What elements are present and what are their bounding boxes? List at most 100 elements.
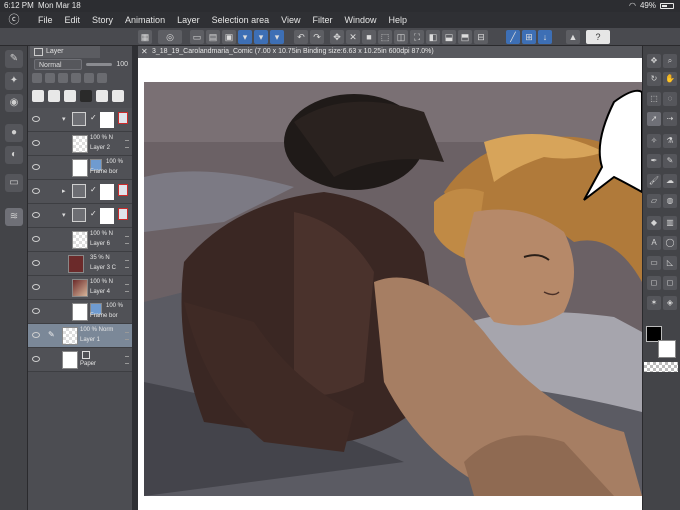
opacity-slider[interactable]	[86, 63, 112, 66]
menu-help[interactable]: Help	[383, 12, 414, 28]
operation-icon[interactable]: ⇢	[663, 112, 677, 126]
drag-handle[interactable]	[125, 332, 129, 340]
ruler-icon[interactable]: ◺	[663, 256, 677, 270]
visibility-eye-icon[interactable]	[32, 212, 40, 218]
layer-row-paper[interactable]: Paper	[28, 348, 132, 372]
collapse-arrow-icon[interactable]: ▾	[62, 211, 66, 219]
hand-icon[interactable]: ✋	[663, 72, 677, 86]
menu-layer[interactable]: Layer	[171, 12, 206, 28]
visibility-eye-icon[interactable]	[32, 188, 40, 194]
drag-handle[interactable]	[125, 140, 129, 148]
clear-icon[interactable]: ✕	[346, 30, 360, 44]
3d-icon[interactable]: ◈	[663, 296, 677, 310]
app-logo-icon[interactable]: ⓒ	[6, 13, 22, 27]
export-icon-3[interactable]: ▾	[270, 30, 284, 44]
layer-row-folder-3[interactable]: ▾ ✓	[28, 204, 132, 228]
opacity-value[interactable]: 100	[114, 59, 128, 71]
airbrush-icon[interactable]: ☁	[663, 174, 677, 188]
layer-row-folder-1[interactable]: ▾ ✓	[28, 108, 132, 132]
open-file-icon[interactable]: ▤	[206, 30, 220, 44]
drag-handle[interactable]	[125, 284, 129, 292]
new-raster-layer-icon[interactable]	[32, 90, 44, 102]
eyedropper-icon[interactable]: ⚗	[663, 134, 677, 148]
delete-layer-icon[interactable]	[112, 90, 124, 102]
menu-edit[interactable]: Edit	[59, 12, 87, 28]
zoom-icon[interactable]: ⌕	[663, 54, 677, 68]
menu-window[interactable]: Window	[339, 12, 383, 28]
snap-ruler-icon[interactable]: ⊟	[474, 30, 488, 44]
visibility-eye-icon[interactable]	[32, 356, 40, 362]
menu-story[interactable]: Story	[86, 12, 119, 28]
visibility-eye-icon[interactable]	[32, 236, 40, 242]
object-icon[interactable]: ➚	[647, 112, 661, 126]
eraser-icon[interactable]: ▱	[647, 194, 661, 208]
visibility-eye-icon[interactable]	[32, 284, 40, 290]
draft-icon[interactable]	[71, 73, 81, 83]
layer-panel-icon[interactable]: ≋	[5, 208, 23, 226]
layer-row-layer-6[interactable]: 100 % N Layer 6	[28, 228, 132, 252]
snap-grid-icon[interactable]: ⊞	[522, 30, 536, 44]
deselect-icon[interactable]: ◫	[394, 30, 408, 44]
layer-row-folder-2[interactable]: ▸ ✓	[28, 180, 132, 204]
gradient-icon[interactable]: ▥	[663, 216, 677, 230]
help-icon[interactable]: ?	[586, 30, 610, 44]
layer-row-layer-2[interactable]: 100 % N Layer 2	[28, 132, 132, 156]
canvas-area[interactable]	[138, 58, 642, 510]
layer-row-layer-3[interactable]: 35 % N Layer 3 C	[28, 252, 132, 276]
visibility-eye-icon[interactable]	[32, 164, 40, 170]
drag-handle[interactable]	[125, 356, 129, 364]
drag-handle[interactable]	[125, 260, 129, 268]
pencil-icon[interactable]: ✎	[663, 154, 677, 168]
lock-icon[interactable]	[32, 73, 42, 83]
magic-wand-icon[interactable]: ✧	[647, 134, 661, 148]
learn-icon[interactable]: ▲	[566, 30, 580, 44]
blend-tool-icon[interactable]: ◍	[663, 194, 677, 208]
expand-arrow-icon[interactable]: ▸	[62, 187, 66, 195]
correct-line-icon[interactable]: ◻	[663, 276, 677, 290]
layer-tab[interactable]: Layer	[30, 46, 100, 58]
layer-row-layer-4[interactable]: 100 % N Layer 4	[28, 276, 132, 300]
layer-row-layer-1[interactable]: ✎ 100 % Norm Layer 1	[28, 324, 132, 348]
text-icon[interactable]: A	[647, 236, 661, 250]
visibility-eye-icon[interactable]	[32, 332, 40, 338]
save-icon[interactable]: ▣	[222, 30, 236, 44]
navigator-icon[interactable]: ▭	[5, 174, 23, 192]
balloon-icon[interactable]: ◯	[663, 236, 677, 250]
lock-transparent-icon[interactable]	[97, 73, 107, 83]
brush-size-icon[interactable]: ✎	[5, 50, 23, 68]
snap-special-icon[interactable]: ╱	[506, 30, 520, 44]
transform-icon[interactable]: ✥	[330, 30, 344, 44]
close-canvas-icon[interactable]: ✕	[141, 46, 148, 58]
apply-mask-icon[interactable]	[96, 90, 108, 102]
menu-animation[interactable]: Animation	[119, 12, 171, 28]
new-vector-layer-icon[interactable]	[48, 90, 60, 102]
drag-handle[interactable]	[125, 236, 129, 244]
transparent-color-swatch[interactable]	[644, 362, 678, 372]
color-wheel-icon[interactable]: ●	[5, 124, 23, 142]
frame-border-icon[interactable]: ▭	[647, 256, 661, 270]
select-all-icon[interactable]: ⬚	[378, 30, 392, 44]
fill-selection-icon[interactable]: ■	[362, 30, 376, 44]
redo-icon[interactable]: ↷	[310, 30, 324, 44]
color-set-icon[interactable]: ◐	[5, 146, 23, 164]
figure-icon[interactable]: ◻	[647, 276, 661, 290]
export-icon-1[interactable]: ▾	[238, 30, 252, 44]
new-folder-icon[interactable]	[64, 90, 76, 102]
decoration-icon[interactable]: ✶	[647, 296, 661, 310]
layer-row-frame-border-1[interactable]: 100 % Frame bor	[28, 156, 132, 180]
tool-property-icon[interactable]: ◉	[5, 94, 23, 112]
layer-row-frame-border-2[interactable]: 100 % Frame bor	[28, 300, 132, 324]
selection-icon[interactable]: ⬚	[647, 92, 661, 106]
move-icon[interactable]: ✥	[647, 54, 661, 68]
pen-icon[interactable]: ✒	[647, 154, 661, 168]
app-icon[interactable]: ◎	[158, 30, 182, 44]
menu-file[interactable]: File	[32, 12, 59, 28]
new-file-icon[interactable]: ▭	[190, 30, 204, 44]
show-selection-icon[interactable]: ⬓	[442, 30, 456, 44]
selection-launcher-icon[interactable]: ⬒	[458, 30, 472, 44]
visibility-eye-icon[interactable]	[32, 140, 40, 146]
blend-mode-select[interactable]: Normal	[34, 59, 82, 70]
grid-menu-icon[interactable]: ▦	[138, 30, 152, 44]
crop-icon[interactable]: ⛶	[410, 30, 424, 44]
collapse-arrow-icon[interactable]: ▾	[62, 115, 66, 123]
